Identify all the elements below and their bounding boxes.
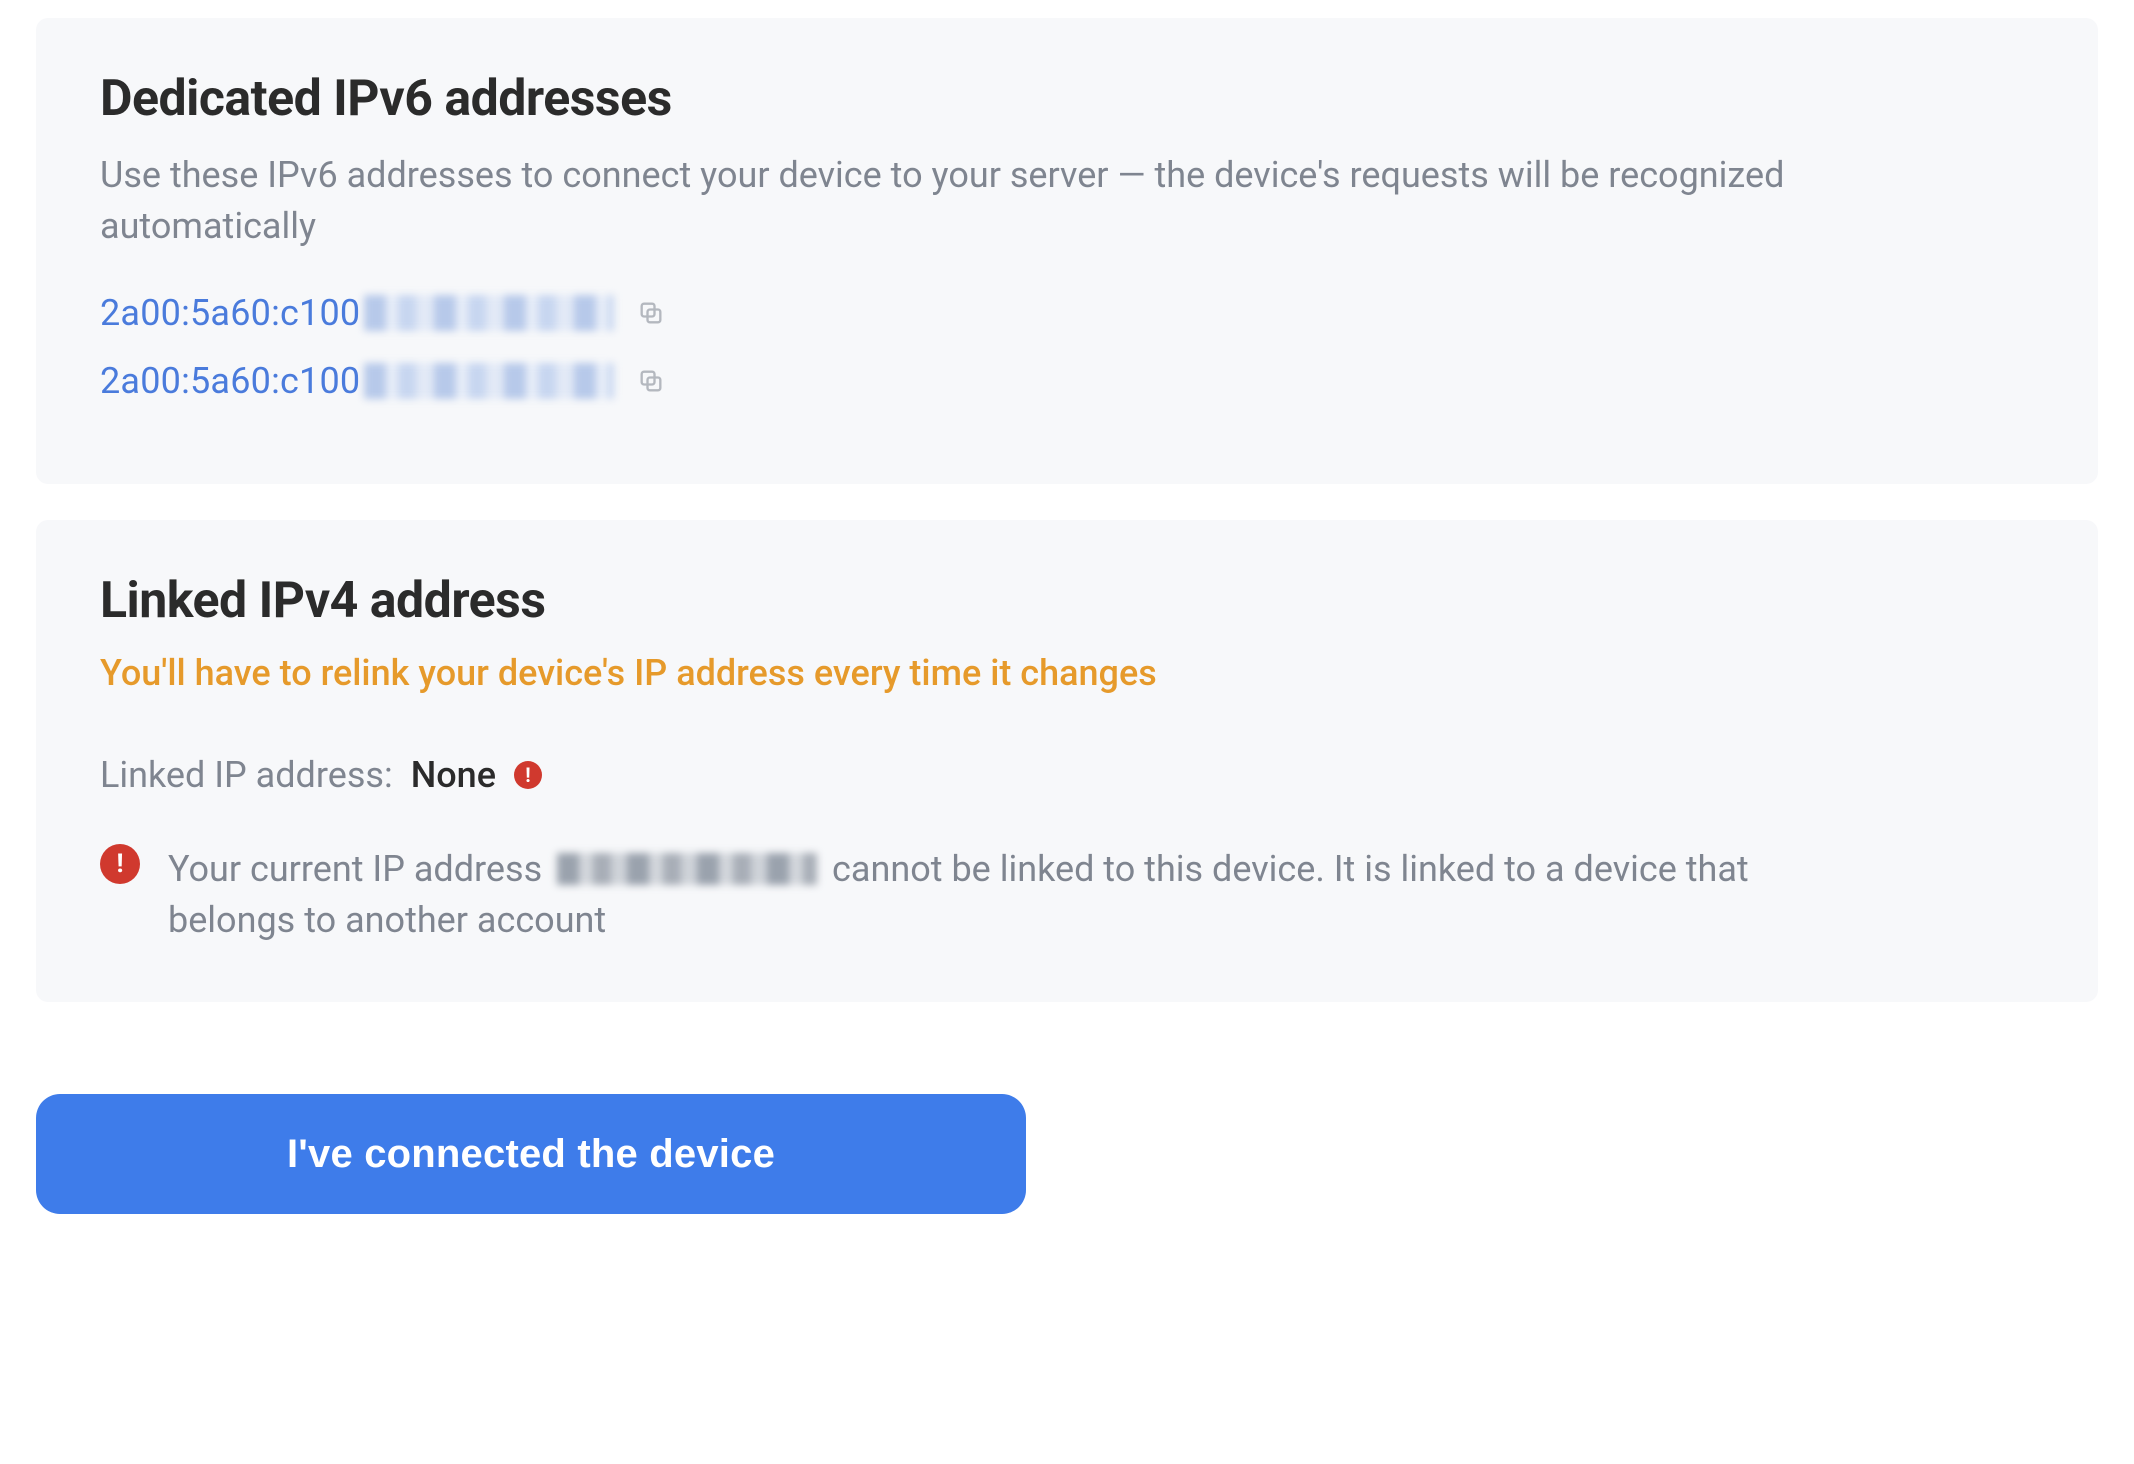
linked-ip-label: Linked IP address:: [100, 754, 393, 796]
ipv6-address-text: 2a00:5a60:c100: [100, 292, 614, 334]
error-prefix: Your current IP address: [168, 848, 542, 890]
alert-icon: [100, 844, 140, 884]
ip-link-error-text: Your current IP address cannot be linked…: [168, 844, 1860, 946]
ipv6-address-text: 2a00:5a60:c100: [100, 360, 614, 402]
ipv4-warning: You'll have to relink your device's IP a…: [100, 652, 2034, 694]
redacted-ipv6-suffix: [364, 363, 614, 399]
ip-link-error: Your current IP address cannot be linked…: [100, 844, 1860, 946]
ipv4-title: Linked IPv4 address: [100, 572, 2034, 630]
redacted-ipv6-suffix: [364, 295, 614, 331]
ipv6-title: Dedicated IPv6 addresses: [100, 70, 2034, 128]
ipv6-address-prefix: 2a00:5a60:c100: [100, 360, 360, 402]
linked-ip-value: None: [411, 754, 496, 796]
ipv4-card: Linked IPv4 address You'll have to relin…: [36, 520, 2098, 1002]
copy-icon[interactable]: [632, 294, 670, 332]
redacted-current-ip: [557, 853, 817, 885]
ipv6-address-row: 2a00:5a60:c100: [100, 292, 2034, 334]
copy-icon[interactable]: [632, 362, 670, 400]
ipv6-card: Dedicated IPv6 addresses Use these IPv6 …: [36, 18, 2098, 484]
ipv6-description: Use these IPv6 addresses to connect your…: [100, 150, 1820, 252]
linked-ip-row: Linked IP address: None: [100, 754, 2034, 796]
ipv6-address-row: 2a00:5a60:c100: [100, 360, 2034, 402]
alert-icon: [514, 761, 542, 789]
connected-device-button[interactable]: I've connected the device: [36, 1094, 1026, 1214]
ipv6-address-prefix: 2a00:5a60:c100: [100, 292, 360, 334]
